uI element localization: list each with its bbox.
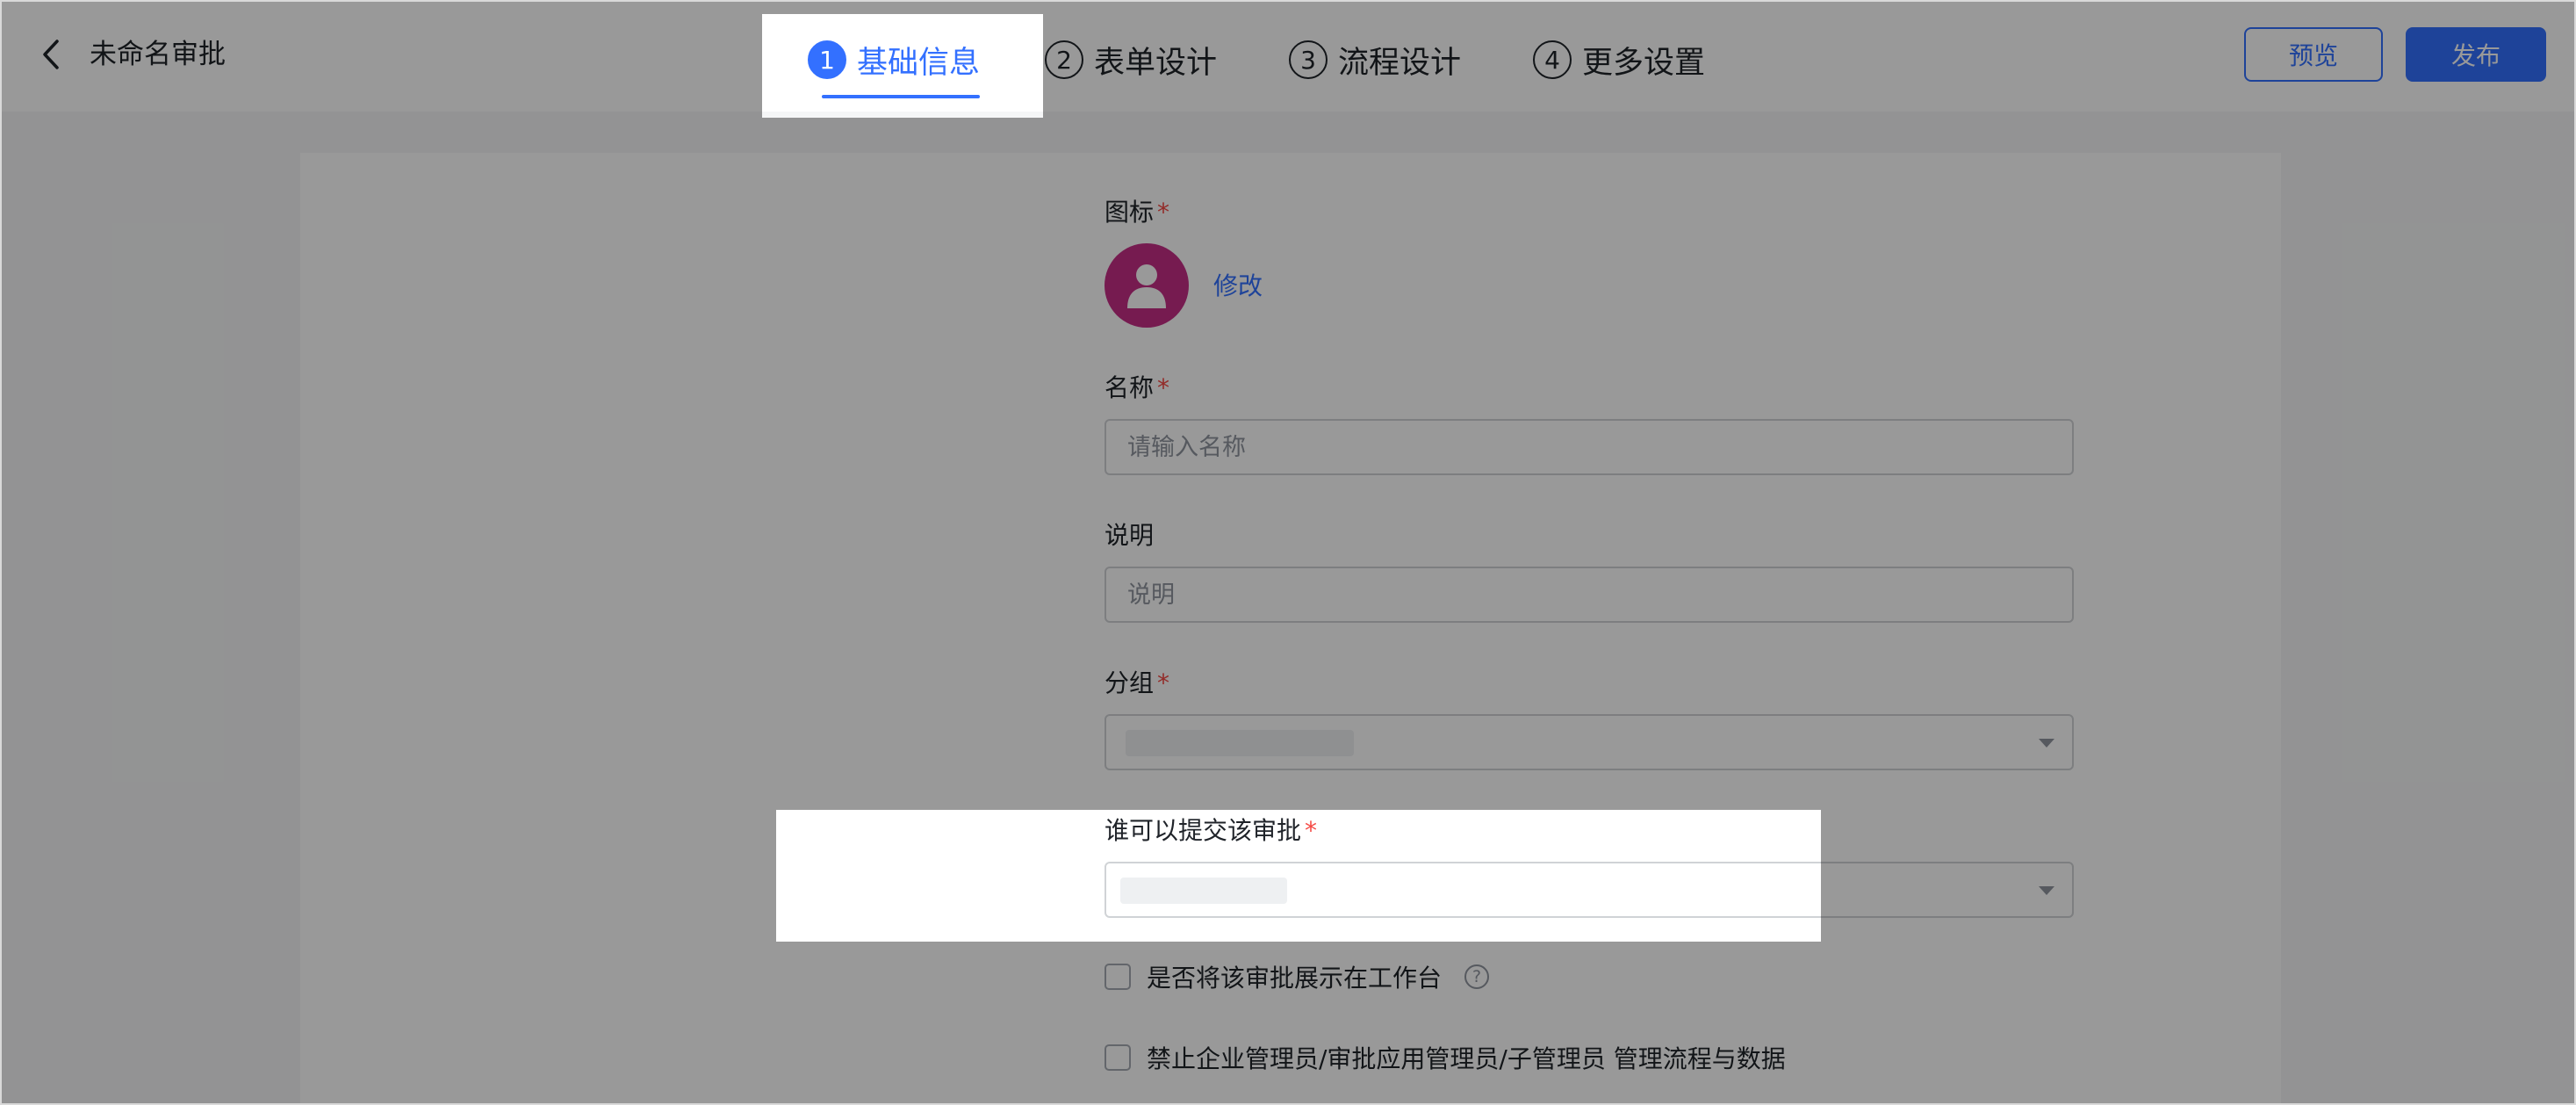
required-mark: * (1305, 816, 1318, 845)
approval-avatar[interactable] (1105, 243, 1189, 328)
step-number: 3 (1289, 40, 1328, 79)
step-label: 流程设计 (1338, 45, 1462, 81)
step-label: 更多设置 (1582, 45, 1706, 81)
workbench-option-label: 是否将该审批展示在工作台 (1147, 964, 1443, 993)
name-input[interactable] (1105, 419, 2074, 475)
back-button[interactable] (33, 37, 68, 72)
submitter-select[interactable] (1105, 862, 2074, 918)
publish-button[interactable]: 发布 (2406, 27, 2546, 82)
blurred-value (1120, 878, 1287, 904)
description-label: 说明 (1105, 521, 1155, 550)
user-icon (1127, 264, 1166, 308)
tab-form-design[interactable]: 2 表单设计 (1025, 14, 1252, 105)
top-header: 未命名审批 1 基础信息 2 表单设计 3 流程设计 4 更多设置 预览 发布 (2, 2, 2574, 112)
step-number: 1 (808, 40, 846, 79)
submitter-label: 谁可以提交该审批 * (1105, 813, 1317, 849)
form-card: 图标* 修改 名称* 说明 分组* (300, 153, 2281, 1103)
approval-title: 未命名审批 (90, 39, 226, 70)
caret-down-icon (2039, 739, 2054, 748)
step-label: 表单设计 (1094, 45, 1218, 81)
required-mark: * (1157, 668, 1170, 697)
workbench-option: 是否将该审批展示在工作台 ? (1105, 959, 1490, 994)
icon-label-text: 图标 (1105, 198, 1155, 227)
blurred-value (1126, 730, 1354, 756)
step-tabs: 1 基础信息 2 表单设计 3 流程设计 4 更多设置 (762, 14, 1740, 118)
icon-label: 图标 * (1105, 195, 1169, 230)
approval-editor-screen: 未命名审批 1 基础信息 2 表单设计 3 流程设计 4 更多设置 预览 发布 (0, 0, 2576, 1105)
workbench-checkbox[interactable] (1105, 964, 1131, 990)
preview-button[interactable]: 预览 (2244, 27, 2383, 82)
tab-more-settings[interactable]: 4 更多设置 (1496, 14, 1740, 105)
submitter-label-text: 谁可以提交该审批 (1105, 816, 1302, 845)
forbid-admin-option: 禁止企业管理员/审批应用管理员/子管理员 管理流程与数据 (1105, 1040, 1786, 1075)
step-number: 2 (1045, 40, 1084, 79)
chevron-left-icon (43, 40, 59, 69)
description-input[interactable] (1105, 567, 2074, 623)
name-label: 名称 * (1105, 371, 1169, 406)
name-label-text: 名称 (1105, 373, 1155, 402)
group-select[interactable] (1105, 714, 2074, 770)
required-mark: * (1157, 198, 1170, 227)
help-icon[interactable]: ? (1464, 964, 1490, 989)
required-mark: * (1157, 373, 1170, 402)
forbid-admin-label: 禁止企业管理员/审批应用管理员/子管理员 管理流程与数据 (1147, 1044, 1786, 1073)
group-label: 分组 * (1105, 666, 1169, 701)
forbid-admin-checkbox[interactable] (1105, 1044, 1131, 1071)
tab-flow-design[interactable]: 3 流程设计 (1252, 14, 1496, 105)
modify-icon-link[interactable]: 修改 (1213, 267, 1263, 302)
step-label: 基础信息 (857, 45, 981, 81)
group-label-text: 分组 (1105, 668, 1155, 697)
caret-down-icon (2039, 886, 2054, 895)
step-number: 4 (1533, 40, 1572, 79)
tab-basic-info[interactable]: 1 基础信息 (762, 14, 1026, 105)
